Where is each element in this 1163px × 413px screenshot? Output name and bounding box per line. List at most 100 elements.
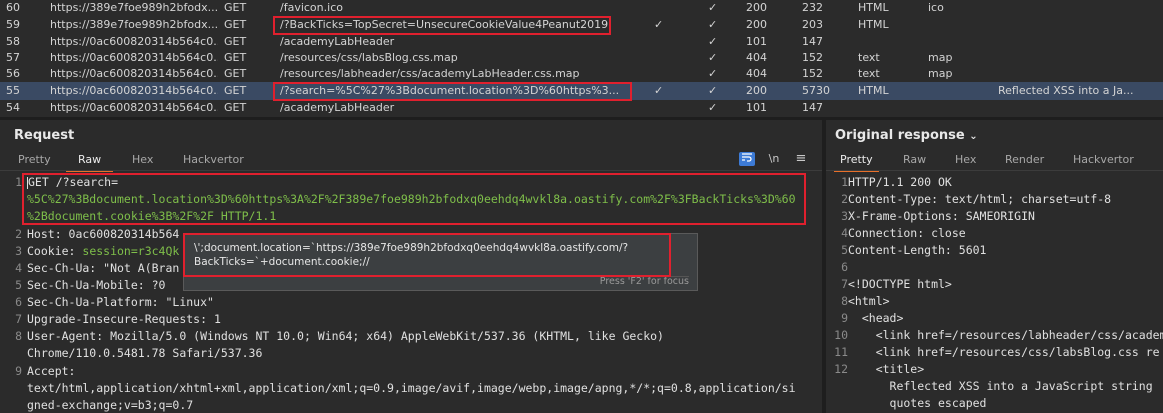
- row-params: ✓: [654, 18, 664, 31]
- tab-raw[interactable]: Raw: [66, 152, 114, 172]
- tab-hackvertor[interactable]: Hackvertor: [181, 152, 246, 170]
- row-number: 57: [6, 51, 20, 64]
- row-extension: map: [928, 67, 953, 80]
- response-pane: Original response ⌄ Pretty Raw Hex Rende…: [826, 120, 1163, 413]
- tab-hackvertor[interactable]: Hackvertor: [1071, 152, 1136, 170]
- line-number: 4: [15, 261, 22, 275]
- line-number: 1: [841, 175, 848, 189]
- row-extension: map: [928, 51, 953, 64]
- history-row-selected[interactable]: 55 https://0ac600820314b564c0... GET /?s…: [0, 82, 1163, 100]
- header-name: Sec-Ch-Ua-Platform:: [27, 295, 159, 309]
- line-number: 7: [841, 277, 848, 291]
- row-method: GET: [224, 18, 247, 31]
- tab-hex[interactable]: Hex: [130, 152, 155, 170]
- row-length: 203: [802, 18, 823, 31]
- row-status: 200: [746, 18, 767, 31]
- row-host: https://0ac600820314b564c0...: [50, 84, 218, 97]
- response-title[interactable]: Original response ⌄: [835, 128, 978, 143]
- header-line: Sec-Ch-Ua-Platform: "Linux": [27, 295, 214, 309]
- row-method: GET: [224, 84, 247, 97]
- row-edited: ✓: [708, 18, 718, 31]
- menu-icon[interactable]: ≡: [793, 152, 809, 166]
- history-row[interactable]: 54 https://0ac600820314b564c0... GET /ac…: [0, 100, 1163, 116]
- row-edited: ✓: [708, 1, 718, 14]
- chevron-down-icon: ⌄: [969, 131, 978, 142]
- line-number: 10: [834, 328, 848, 342]
- response-editor[interactable]: 1 HTTP/1.1 200 OK 2 Content-Type: text/h…: [826, 175, 1163, 413]
- row-number: 56: [6, 67, 20, 80]
- history-row[interactable]: 58 https://0ac600820314b564c0... GET /ac…: [0, 34, 1163, 50]
- history-row[interactable]: 57 https://0ac600820314b564c0... GET /re…: [0, 50, 1163, 66]
- tab-pretty[interactable]: Pretty: [16, 152, 53, 170]
- tab-divider: [0, 170, 822, 171]
- response-line: X-Frame-Options: SAMEORIGIN: [848, 209, 1035, 223]
- row-url: /academyLabHeader: [280, 101, 395, 114]
- request-tabs: Pretty Raw Hex Hackvertor: [0, 152, 822, 172]
- header-line: Host: 0ac600820314b564: [27, 227, 179, 241]
- row-number: 55: [6, 84, 20, 97]
- tab-divider: [826, 170, 1163, 171]
- row-url: /resources/css/labsBlog.css.map: [280, 51, 458, 64]
- response-line: <link href=/resources/css/labsBlog.css r…: [848, 345, 1160, 359]
- row-method: GET: [224, 67, 247, 80]
- row-status: 101: [746, 101, 767, 114]
- header-name: User-Agent:: [27, 329, 104, 343]
- request-editor[interactable]: 1 GET /?search= %5C%27%3Bdocument.locati…: [0, 175, 822, 413]
- tab-pretty[interactable]: Pretty: [834, 152, 879, 172]
- row-mime: text: [858, 67, 880, 80]
- row-url: /academyLabHeader: [280, 35, 395, 48]
- response-line: Content-Length: 5601: [848, 243, 987, 257]
- header-value: session=r3c4Qk: [75, 244, 180, 258]
- wrap-lines-icon[interactable]: [739, 152, 755, 166]
- response-line: <link href=/resources/labheader/css/acad…: [848, 328, 1163, 342]
- response-line: HTTP/1.1 200 OK: [848, 175, 952, 189]
- header-value: ?0: [144, 278, 166, 292]
- row-length: 5730: [802, 84, 830, 97]
- header-value-continuation: Chrome/110.0.5481.78 Safari/537.36: [27, 346, 263, 360]
- tab-raw[interactable]: Raw: [901, 152, 928, 170]
- row-number: 59: [6, 18, 20, 31]
- row-length: 152: [802, 67, 823, 80]
- row-mime: HTML: [858, 84, 889, 97]
- header-line: User-Agent: Mozilla/5.0 (Windows NT 10.0…: [27, 329, 664, 343]
- header-value: 0ac600820314b564: [61, 227, 180, 241]
- row-edited: ✓: [708, 35, 718, 48]
- row-url: /resources/labheader/css/academyLabHeade…: [280, 67, 580, 80]
- row-mime: text: [858, 51, 880, 64]
- line-number: 3: [841, 209, 848, 223]
- row-url: /?BackTicks=TopSecret=UnsecureCookieValu…: [280, 18, 609, 31]
- history-row[interactable]: 59 https://389e7foe989h2bfodx... GET /?B…: [0, 17, 1163, 33]
- row-mime: HTML: [858, 18, 889, 31]
- row-url: /favicon.ico: [280, 1, 343, 14]
- line-number: 3: [15, 244, 22, 258]
- row-edited: ✓: [708, 67, 718, 80]
- newline-toggle-button[interactable]: \n: [766, 152, 782, 166]
- header-value-continuation: text/html,application/xhtml+xml,applicat…: [27, 381, 796, 395]
- history-row[interactable]: 60 https://389e7foe989h2bfodx... GET /fa…: [0, 0, 1163, 16]
- row-length: 152: [802, 51, 823, 64]
- response-line: <head>: [848, 311, 904, 325]
- header-name: Upgrade-Insecure-Requests:: [27, 312, 208, 326]
- row-method: GET: [224, 101, 247, 114]
- row-host: https://389e7foe989h2bfodx...: [50, 18, 218, 31]
- http-history-table[interactable]: 60 https://389e7foe989h2bfodx... GET /fa…: [0, 0, 1163, 117]
- tab-hex[interactable]: Hex: [953, 152, 978, 170]
- response-title-text: Original response: [835, 128, 965, 143]
- history-row[interactable]: 56 https://0ac600820314b564c0... GET /re…: [0, 66, 1163, 82]
- row-host: https://389e7foe989h2bfodx...: [50, 1, 218, 14]
- response-tabs: Pretty Raw Hex Render Hackvertor: [826, 152, 1163, 172]
- row-status: 200: [746, 84, 767, 97]
- line-number: 9: [841, 311, 848, 325]
- header-value: "Not A(Bran: [96, 261, 180, 275]
- tab-render[interactable]: Render: [1003, 152, 1046, 170]
- line-number: 6: [15, 295, 22, 309]
- line-number: 9: [15, 364, 22, 378]
- row-title: Reflected XSS into a Ja...: [998, 84, 1134, 97]
- line-number: 5: [841, 243, 848, 257]
- response-line: Reflected XSS into a JavaScript string: [848, 379, 1153, 393]
- row-status: 200: [746, 1, 767, 14]
- header-name: Sec-Ch-Ua-Mobile:: [27, 278, 145, 292]
- response-line: Content-Type: text/html; charset=utf-8: [848, 192, 1112, 206]
- header-value: "Linux": [158, 295, 214, 309]
- request-line-end: %2Bdocument.cookie%3B%2F%2F HTTP/1.1: [27, 209, 276, 223]
